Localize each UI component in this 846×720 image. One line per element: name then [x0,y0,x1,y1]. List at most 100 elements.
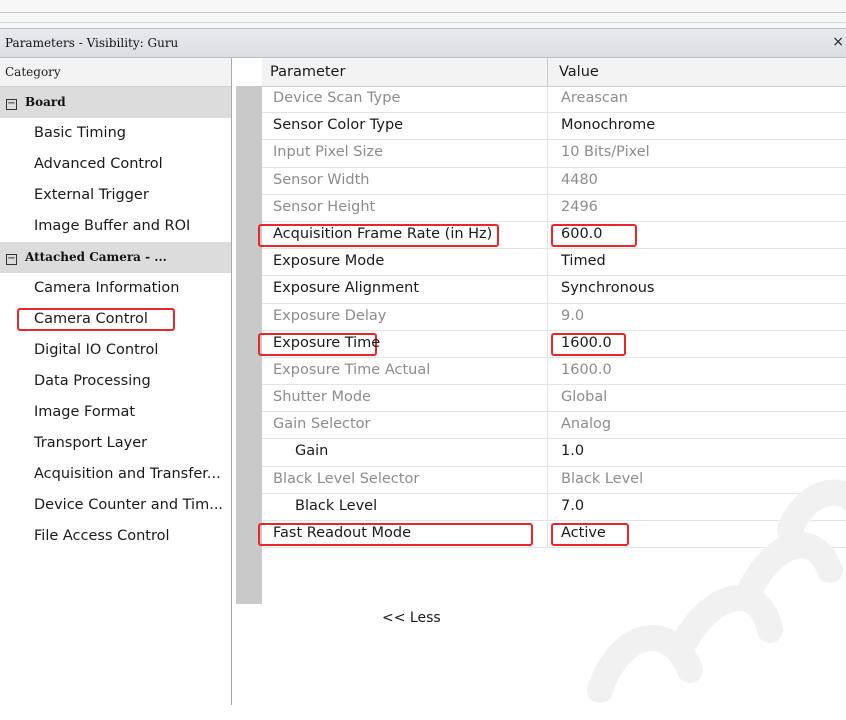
param-value[interactable]: 1.0 [561,443,584,459]
param-name: Black Level [295,497,378,514]
column-divider [547,86,548,113]
param-name: Fast Readout Mode [273,525,412,541]
column-header-value[interactable]: Value [559,64,599,80]
category-panel: Category − Board Basic Timing Advanced Co… [0,58,232,705]
group-label: Board [25,95,66,109]
param-name: Exposure Alignment [273,280,420,297]
category-item-image-buffer-roi[interactable]: Image Buffer and ROI [0,211,231,242]
window-title: Parameters - Visibility: Guru [5,36,179,50]
param-name: Sensor Color Type [273,117,404,134]
param-name: Shutter Mode [273,389,371,406]
category-item-acquisition-transfer[interactable]: Acquisition and Transfer... [0,459,231,490]
param-name: Sensor Height [273,198,376,215]
table-row[interactable]: Sensor Height 2496 [262,194,846,222]
category-item-data-processing[interactable]: Data Processing [0,366,231,397]
param-name: Exposure Time Actual [273,361,431,378]
table-row[interactable]: Exposure Alignment Synchronous [262,276,846,304]
parameter-panel: Parameter Value Device Scan Type Areascan… [232,58,846,705]
column-divider [547,466,548,493]
column-divider [547,412,548,439]
category-item-image-format[interactable]: Image Format [0,397,231,428]
column-divider [547,330,548,357]
table-row[interactable]: Sensor Width 4480 [262,167,846,195]
column-divider [547,357,548,385]
param-name: Acquisition Frame Rate (in Hz) [273,225,493,242]
table-row[interactable]: Device Scan Type Areascan [262,86,846,114]
table-row[interactable]: Exposure Time Actual 1600.0 [262,357,846,386]
category-group-attached-camera[interactable]: − Attached Camera - ... [0,242,231,273]
param-name: Device Scan Type [273,90,401,106]
table-row[interactable]: Fast Readout Mode Active [258,521,846,549]
param-name: Black Level Selector [273,470,420,487]
param-name: Exposure Delay [273,307,387,324]
param-name: Input Pixel Size [273,144,384,161]
close-icon[interactable]: × [832,34,844,50]
column-divider[interactable] [547,58,548,86]
category-item-basic-timing[interactable]: Basic Timing [0,118,231,149]
category-item-file-access-control[interactable]: File Access Control [0,521,231,552]
param-name: Gain [295,443,329,460]
table-row[interactable]: Gain 1.0 [262,439,846,467]
table-row[interactable]: Exposure Time 1600.0 [258,330,846,358]
param-name: Sensor Width [273,171,370,188]
param-value[interactable]: 1600.0 [561,335,612,351]
param-name: Exposure Time [273,334,381,351]
param-value[interactable]: Timed [561,253,606,269]
param-value[interactable]: 7.0 [561,498,584,514]
column-divider [547,194,548,221]
category-item-transport-layer[interactable]: Transport Layer [0,428,231,459]
param-value[interactable]: Active [561,525,606,541]
param-value: 2496 [561,198,598,215]
table-row[interactable]: Black Level Selector Black Level [262,466,846,494]
param-value: Global [561,389,608,406]
selection-highlight [17,308,175,331]
column-divider [547,493,548,520]
column-divider [547,439,548,466]
table-header: Parameter Value [262,58,846,87]
category-header: Category [0,58,231,87]
column-divider [547,221,548,249]
category-item-advanced-control[interactable]: Advanced Control [0,149,231,180]
less-button[interactable]: << Less [382,610,441,626]
table-row[interactable]: Gain Selector Analog [262,412,846,440]
param-value[interactable]: Synchronous [561,280,654,296]
top-strip [0,0,846,28]
param-name: Gain Selector [273,416,371,433]
group-label: Attached Camera - ... [25,250,167,264]
table-row[interactable]: Input Pixel Size 10 Bits/Pixel [262,140,846,168]
param-value: Areascan [561,90,628,106]
parameter-table: Device Scan Type Areascan Sensor Color Ty… [258,86,846,549]
divider [0,22,846,23]
column-divider [547,140,548,167]
column-header-parameter[interactable]: Parameter [270,64,345,80]
table-row[interactable]: Exposure Mode Timed [262,249,846,277]
param-value[interactable]: Monochrome [561,117,655,133]
column-divider [547,167,548,194]
table-row[interactable]: Black Level 7.0 [262,493,846,521]
column-divider [547,249,548,276]
column-divider [547,113,548,140]
column-divider [547,385,548,412]
param-value: 1600.0 [561,361,612,378]
table-row[interactable]: Shutter Mode Global [262,385,846,413]
param-value: 4480 [561,171,598,188]
param-value: Analog [561,416,612,433]
category-item-external-trigger[interactable]: External Trigger [0,180,231,211]
category-item-device-counter[interactable]: Device Counter and Tim... [0,490,231,521]
param-value: Black Level [561,470,644,487]
category-group-board[interactable]: − Board [0,87,231,118]
collapse-icon[interactable]: − [6,254,17,265]
category-item-camera-control[interactable]: Camera Control [0,304,231,335]
param-value[interactable]: 600.0 [561,226,603,242]
column-divider [547,521,548,548]
table-row[interactable]: Sensor Color Type Monochrome [262,113,846,141]
column-divider [547,303,548,330]
category-item-camera-information[interactable]: Camera Information [0,273,231,304]
category-item-digital-io-control[interactable]: Digital IO Control [0,335,231,366]
param-value: 9.0 [561,307,585,324]
table-row[interactable]: Acquisition Frame Rate (in Hz) 600.0 [258,221,846,250]
table-row[interactable]: Exposure Delay 9.0 [262,303,846,331]
collapse-icon[interactable]: − [6,99,17,110]
param-name: Exposure Mode [273,253,385,270]
divider [0,12,846,13]
